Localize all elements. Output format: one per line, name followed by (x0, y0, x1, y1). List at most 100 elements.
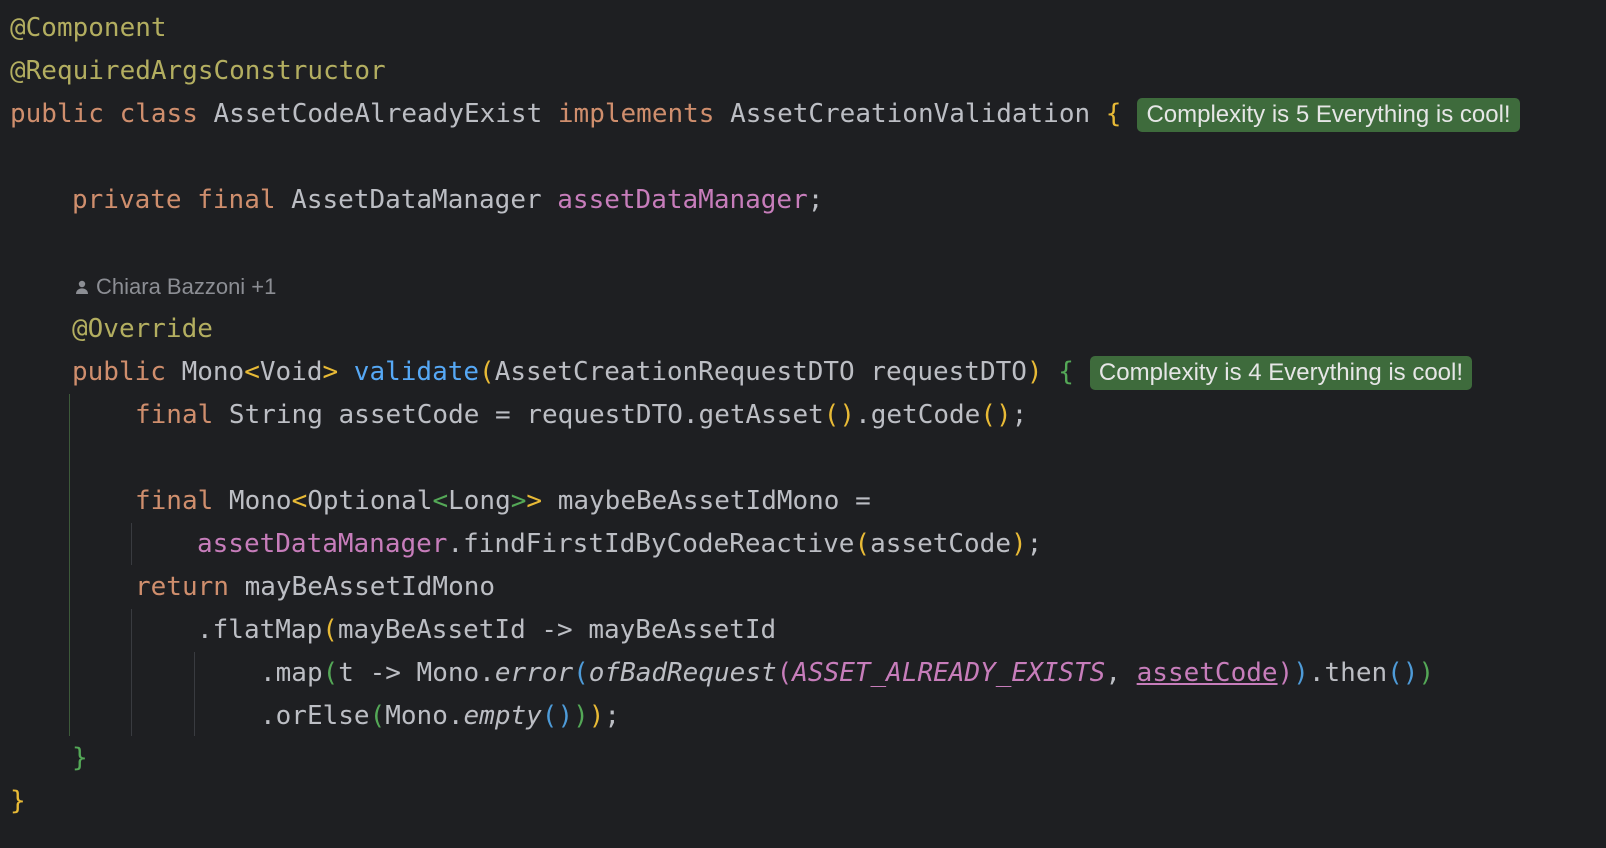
paren-close: ) (1402, 658, 1419, 688)
keyword-return: return (135, 572, 229, 602)
paren-open: ( (322, 615, 338, 645)
param-type: AssetCreationRequestDTO (494, 357, 855, 387)
code-line: } (72, 736, 88, 780)
keyword-class: class (119, 99, 198, 129)
semicolon: ; (1011, 400, 1028, 430)
paren-close: ) (588, 701, 605, 731)
code-text: Long (448, 486, 511, 516)
paren-open: ( (573, 658, 589, 688)
indent-guide (131, 523, 132, 565)
keyword-implements: implements (557, 99, 715, 129)
paren-close: ) (1293, 658, 1309, 688)
code-line: final String assetCode = requestDTO.getA… (135, 393, 1027, 437)
paren-close: ) (1277, 658, 1294, 688)
paren-open: ( (980, 400, 996, 430)
method-close-brace: } (72, 743, 88, 773)
code-text: .orElse (260, 701, 370, 731)
code-text: Mono. (385, 701, 464, 731)
annotation-required-args-constructor: @RequiredArgsConstructor (10, 56, 386, 86)
paren-open: ( (823, 400, 840, 430)
code-line: .map(t -> Mono.error(ofBadRequest(ASSET_… (260, 651, 1434, 695)
code-line: return mayBeAssetIdMono (135, 565, 495, 609)
method-declaration-line: public Mono<Void> validate(AssetCreation… (72, 350, 1473, 394)
code-line: assetDataManager.findFirstIdByCodeReacti… (197, 522, 1042, 566)
code-editor[interactable]: @Component @RequiredArgsConstructor publ… (0, 0, 1606, 848)
keyword-public: public (10, 99, 104, 129)
annotation-component: @Component (10, 13, 167, 43)
generic-close: > (526, 486, 543, 516)
code-text: .flatMap (197, 615, 323, 645)
code-text: .findFirstIdByCodeReactive (447, 529, 855, 559)
param-name: requestDTO (870, 357, 1027, 387)
code-text: assetCode (870, 529, 1011, 559)
code-line: @RequiredArgsConstructor (10, 49, 386, 93)
comma: , (1105, 658, 1137, 688)
paren-close: ) (995, 400, 1012, 430)
indent-guide (69, 394, 70, 736)
code-line: @Override (72, 307, 213, 351)
generic-open: < (244, 357, 260, 387)
class-open-brace: { (1105, 99, 1122, 129)
paren-open: ( (369, 701, 386, 731)
code-text: String assetCode = requestDTO.getAsset (213, 400, 824, 430)
class-declaration-line: public class AssetCodeAlreadyExist imple… (10, 92, 1520, 136)
semicolon: ; (604, 701, 621, 731)
generic-open: < (432, 486, 449, 516)
paren-close: ) (1418, 658, 1435, 688)
static-method: error (494, 658, 574, 688)
code-line: .flatMap(mayBeAssetId -> mayBeAssetId (197, 608, 776, 652)
code-text: maybeBeAssetIdMono = (542, 486, 871, 516)
code-line: .orElse(Mono.empty())); (260, 694, 620, 738)
static-method: ofBadRequest (588, 658, 777, 688)
code-text: t -> Mono. (338, 658, 495, 688)
keyword-final: final (135, 400, 214, 430)
complexity-hint-class[interactable]: Complexity is 5 Everything is cool! (1137, 97, 1520, 132)
code-text: .map (260, 658, 323, 688)
paren-close: ) (1011, 529, 1027, 559)
paren-close: ) (573, 701, 589, 731)
type-arg: Void (259, 357, 323, 387)
field-ref: assetDataManager (197, 529, 448, 559)
generic-close: > (510, 486, 527, 516)
interface-name: AssetCreationValidation (730, 99, 1091, 129)
method-open-brace: { (1058, 357, 1074, 387)
indent-guide (194, 652, 195, 736)
field-declaration-line: private final AssetDataManager assetData… (72, 178, 823, 222)
class-close-brace: } (10, 786, 26, 816)
generic-open: < (291, 486, 308, 516)
person-icon (76, 280, 88, 294)
code-text: .then (1308, 658, 1388, 688)
keyword-public: public (72, 357, 166, 387)
return-type: Mono (181, 357, 245, 387)
semicolon: ; (807, 185, 824, 215)
static-method: empty (463, 701, 542, 731)
paren-open: ( (854, 529, 871, 559)
method-name: validate (353, 357, 480, 387)
complexity-hint-method[interactable]: Complexity is 4 Everything is cool! (1089, 355, 1473, 390)
author-inlay-hint[interactable]: Chiara Bazzoni +1 (74, 265, 276, 309)
field-name: assetDataManager (557, 185, 808, 215)
paren-open: ( (322, 658, 339, 688)
paren-open: ( (541, 701, 558, 731)
code-line: @Component (10, 6, 167, 50)
paren-open: ( (776, 658, 793, 688)
code-text: .getCode (855, 400, 981, 430)
code-line: final Mono<Optional<Long>> maybeBeAssetI… (135, 479, 871, 523)
keyword-private: private (72, 185, 182, 215)
paren-close: ) (1026, 357, 1043, 387)
code-line: } (10, 779, 26, 823)
code-text: mayBeAssetId -> mayBeAssetId (337, 615, 777, 645)
paren-open: ( (1387, 658, 1403, 688)
semicolon: ; (1026, 529, 1043, 559)
code-text: Optional (307, 486, 433, 516)
keyword-final: final (135, 486, 214, 516)
annotation-override: @Override (72, 314, 213, 344)
code-text: mayBeAssetIdMono (228, 572, 496, 602)
paren-open: ( (479, 357, 495, 387)
field-type: AssetDataManager (291, 185, 542, 215)
paren-close: ) (557, 701, 574, 731)
author-name: Chiara Bazzoni +1 (96, 274, 277, 299)
captured-variable: assetCode (1136, 658, 1278, 688)
indent-guide (131, 609, 132, 736)
generic-close: > (322, 357, 339, 387)
